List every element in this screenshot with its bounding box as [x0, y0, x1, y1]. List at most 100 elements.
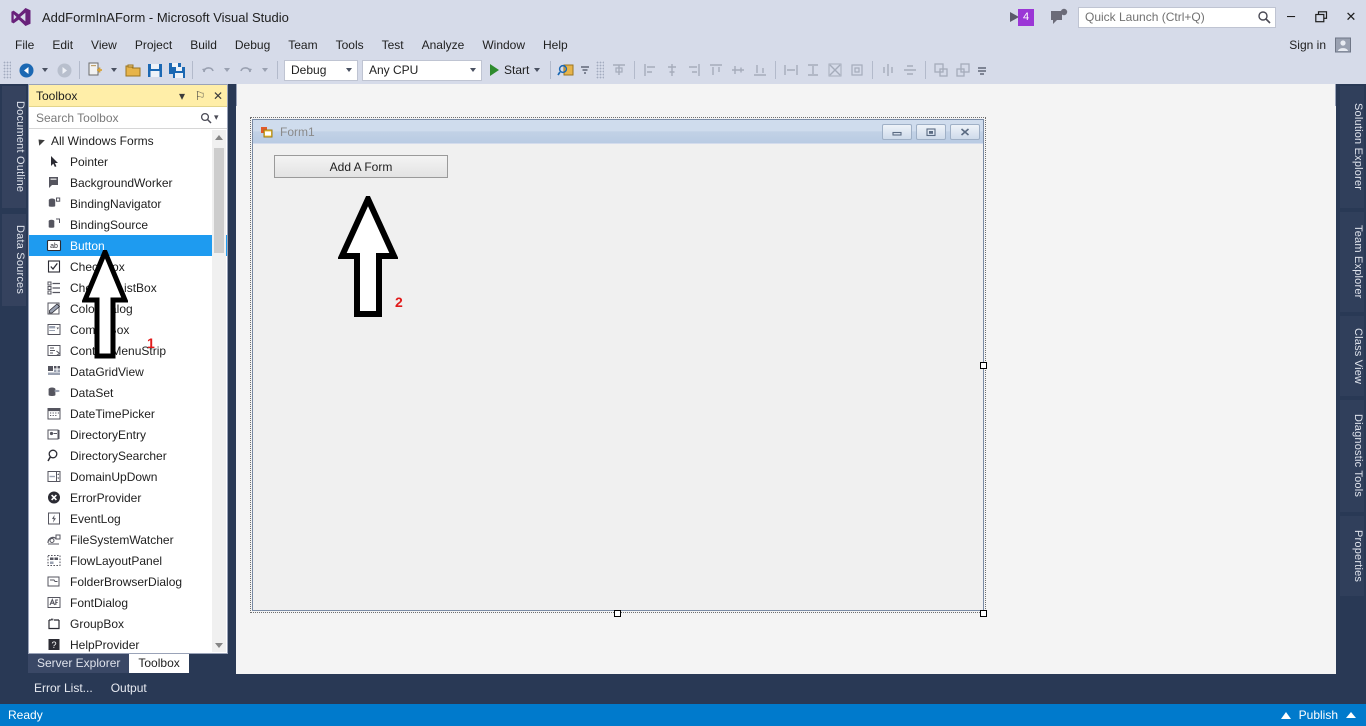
toolbox-item-folderbrowserdialog[interactable]: FolderBrowserDialog	[29, 571, 227, 592]
toolbox-item-fontdialog[interactable]: FontDialog	[29, 592, 227, 613]
window-restore-button[interactable]	[1306, 0, 1336, 34]
toolbar-grip[interactable]	[3, 61, 11, 79]
dock-tab-error-list[interactable]: Error List...	[28, 679, 99, 697]
new-project-dropdown[interactable]	[106, 59, 122, 81]
toolbox-item-flowlayoutpanel[interactable]: FlowLayoutPanel	[29, 550, 227, 571]
form-add-a-form-button[interactable]: Add A Form	[274, 155, 448, 178]
toolbox-item-checkbox[interactable]: CheckBox	[29, 256, 227, 277]
toolbox-group-all-windows-forms[interactable]: All Windows Forms	[29, 130, 227, 151]
left-tab-data-sources[interactable]: Data Sources	[2, 214, 26, 306]
toolbox-search-options-chevron-icon[interactable]: ▾	[214, 112, 227, 123]
toolbox-item-colordialog[interactable]: ColorDialog	[29, 298, 227, 319]
scrollbar-thumb[interactable]	[214, 148, 224, 253]
dock-tab-output[interactable]: Output	[105, 679, 153, 697]
toolbox-pin-icon[interactable]: ⚐	[191, 86, 209, 106]
menu-item-build[interactable]: Build	[181, 36, 226, 54]
form-close-button[interactable]	[950, 123, 980, 140]
menu-item-tools[interactable]: Tools	[327, 36, 373, 54]
menu-item-analyze[interactable]: Analyze	[413, 36, 474, 54]
toolbox-item-filesystemwatcher[interactable]: FileSystemWatcher	[29, 529, 227, 550]
left-tab-document-outline[interactable]: Document Outline	[2, 86, 26, 208]
start-dropdown-chevron-icon[interactable]	[534, 68, 541, 72]
toolbox-item-directoryentry[interactable]: DirectoryEntry	[29, 424, 227, 445]
toolbox-item-groupbox[interactable]: GroupBox	[29, 613, 227, 634]
menu-item-debug[interactable]: Debug	[226, 36, 279, 54]
scroll-up-arrow-icon[interactable]	[212, 130, 226, 144]
save-icon[interactable]	[144, 59, 166, 81]
search-magnifier-icon[interactable]	[198, 112, 214, 124]
publish-chevron-up-icon[interactable]	[1346, 712, 1356, 718]
menu-item-file[interactable]: File	[6, 36, 43, 54]
toolbox-item-errorprovider[interactable]: ErrorProvider	[29, 487, 227, 508]
redo-icon[interactable]	[235, 59, 257, 81]
toolbox-item-list[interactable]: All Windows Forms Pointer BackgroundWork…	[29, 130, 227, 653]
search-magnifier-icon[interactable]	[1257, 10, 1271, 24]
form-maximize-button[interactable]	[916, 123, 946, 140]
toolbox-item-eventlog[interactable]: EventLog	[29, 508, 227, 529]
designed-form-form1[interactable]: Form1 Add A Form	[252, 119, 984, 611]
toolbox-item-backgroundworker[interactable]: BackgroundWorker	[29, 172, 227, 193]
resize-handle-bottom-center[interactable]	[614, 610, 621, 617]
toolbar-overflow-1[interactable]	[577, 59, 593, 81]
menu-item-window[interactable]: Window	[473, 36, 534, 54]
configuration-combo[interactable]: Debug	[284, 59, 358, 81]
right-tab-diagnostic-tools[interactable]: Diagnostic Tools	[1340, 400, 1364, 512]
undo-dropdown[interactable]	[219, 59, 235, 81]
save-all-icon[interactable]	[166, 59, 188, 81]
toolbox-item-pointer[interactable]: Pointer	[29, 151, 227, 172]
chevron-down-icon[interactable]	[341, 68, 357, 72]
user-account-icon[interactable]	[1334, 37, 1352, 53]
platform-combo[interactable]: Any CPU	[362, 59, 482, 81]
sign-in-button[interactable]: Sign in	[1281, 36, 1334, 54]
toolbox-scrollbar[interactable]	[212, 130, 226, 652]
toolbox-window-menu-chevron-icon[interactable]: ▾	[173, 86, 191, 106]
notification-count-badge[interactable]: 4	[1018, 8, 1034, 26]
right-tab-solution-explorer[interactable]: Solution Explorer	[1340, 86, 1364, 208]
window-minimize-button[interactable]: ─	[1276, 0, 1306, 34]
quick-launch-input[interactable]: Quick Launch (Ctrl+Q)	[1078, 6, 1276, 28]
toolbox-item-datetimepicker[interactable]: DateTimePicker	[29, 403, 227, 424]
navigate-forward-icon[interactable]	[53, 59, 75, 81]
start-debug-button[interactable]: Start	[484, 63, 546, 77]
menu-item-team[interactable]: Team	[279, 36, 326, 54]
menu-item-test[interactable]: Test	[373, 36, 413, 54]
menu-item-project[interactable]: Project	[126, 36, 181, 54]
new-project-icon[interactable]	[84, 59, 106, 81]
notification-bell[interactable]: 4	[1010, 8, 1034, 26]
toolbox-item-helpprovider[interactable]: ? HelpProvider	[29, 634, 227, 653]
form-minimize-button[interactable]	[882, 123, 912, 140]
toolbox-item-dataset[interactable]: DataSet	[29, 382, 227, 403]
toolbar-overflow-2[interactable]	[974, 59, 990, 81]
toolbox-item-directorysearcher[interactable]: DirectorySearcher	[29, 445, 227, 466]
toolbox-close-icon[interactable]: ✕	[209, 86, 227, 106]
undo-icon[interactable]	[197, 59, 219, 81]
resize-handle-bottom-right[interactable]	[980, 610, 987, 617]
windows-forms-designer-surface[interactable]: Form1 Add A Form	[236, 106, 1336, 674]
panel-tab-toolbox[interactable]: Toolbox	[129, 654, 189, 673]
toolbox-item-bindingnavigator[interactable]: BindingNavigator	[29, 193, 227, 214]
find-in-files-icon[interactable]	[555, 59, 577, 81]
menu-item-help[interactable]: Help	[534, 36, 577, 54]
right-tab-class-view[interactable]: Class View	[1340, 316, 1364, 396]
menu-item-view[interactable]: View	[82, 36, 126, 54]
toolbox-item-domainupdown[interactable]: DomainUpDown	[29, 466, 227, 487]
right-tab-team-explorer[interactable]: Team Explorer	[1340, 212, 1364, 312]
feedback-smiley-icon[interactable]	[1048, 6, 1070, 28]
redo-dropdown[interactable]	[257, 59, 273, 81]
toolbox-item-datagridview[interactable]: DataGridView	[29, 361, 227, 382]
layout-toolbar-grip[interactable]	[596, 61, 605, 79]
menu-item-edit[interactable]: Edit	[43, 36, 82, 54]
window-close-button[interactable]: ✕	[1336, 0, 1366, 34]
toolbox-item-bindingsource[interactable]: BindingSource	[29, 214, 227, 235]
open-file-icon[interactable]	[122, 59, 144, 81]
publish-label[interactable]: Publish	[1299, 708, 1338, 722]
toolbox-search-input[interactable]: Search Toolbox ▾	[29, 107, 227, 129]
resize-handle-middle-right[interactable]	[980, 362, 987, 369]
panel-tab-server-explorer[interactable]: Server Explorer	[28, 654, 130, 673]
toolbox-item-checkedlistbox[interactable]: CheckedListBox	[29, 277, 227, 298]
toolbox-item-contextmenustrip[interactable]: ContextMenuStrip	[29, 340, 227, 361]
chevron-down-icon[interactable]	[465, 68, 481, 72]
navigate-back-dropdown[interactable]	[37, 59, 53, 81]
toolbox-item-combobox[interactable]: ComboBox	[29, 319, 227, 340]
navigate-back-icon[interactable]	[15, 59, 37, 81]
